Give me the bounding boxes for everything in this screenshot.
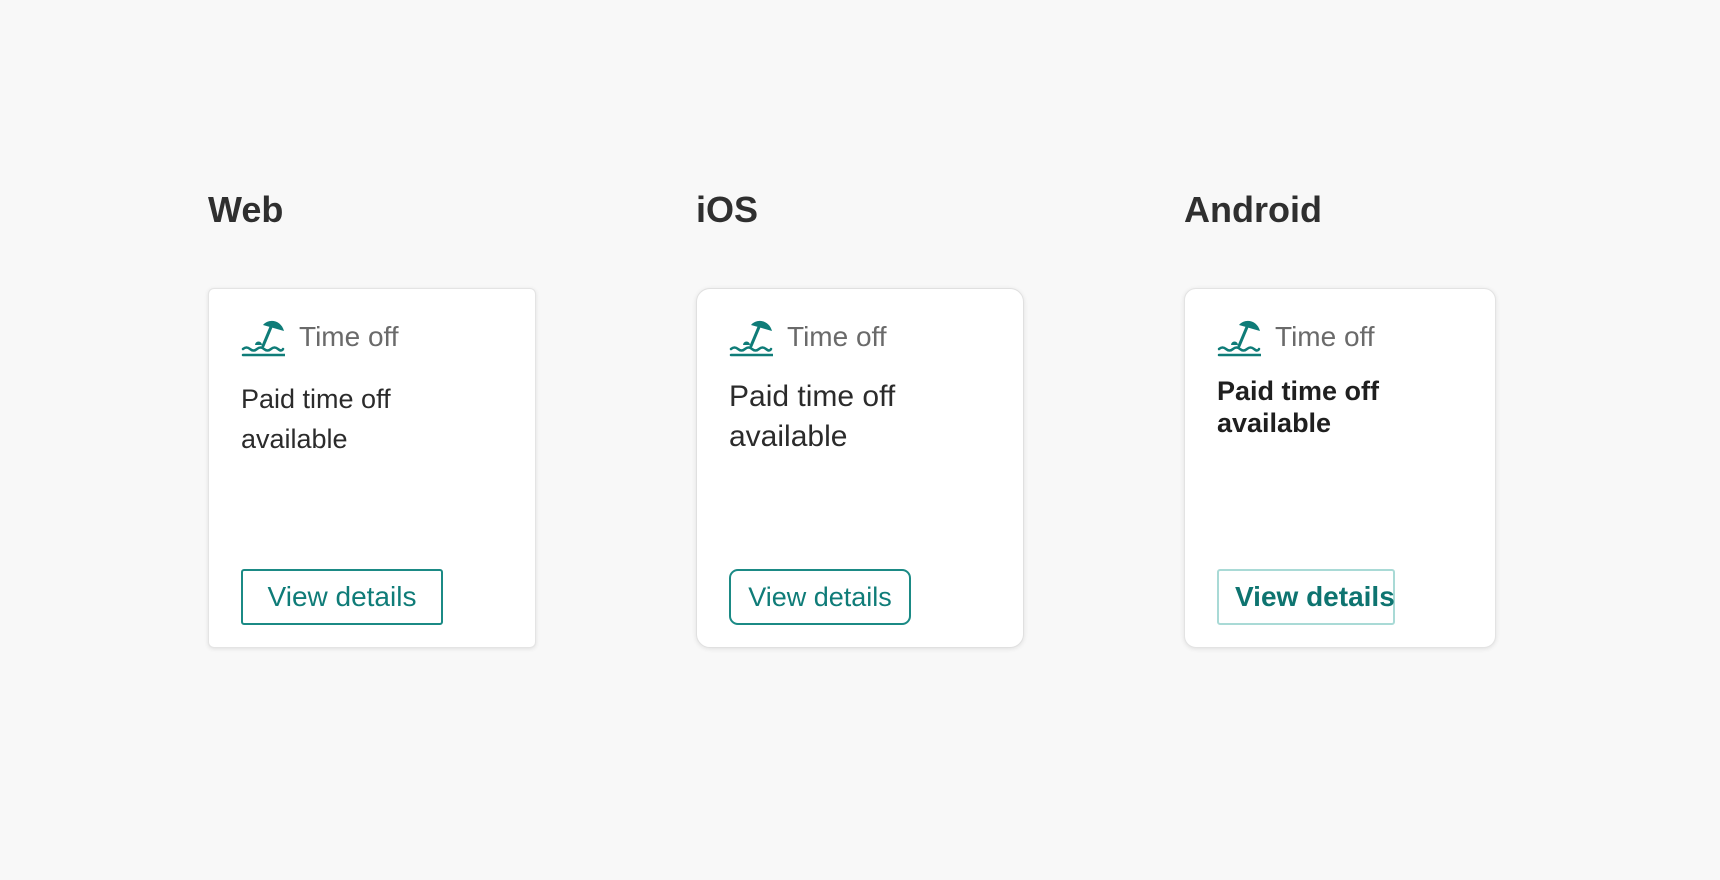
card-header: Time off xyxy=(241,315,399,359)
view-details-button[interactable]: View details xyxy=(729,569,911,625)
card-message: Paid time off available xyxy=(729,377,989,457)
view-details-button[interactable]: View details xyxy=(241,569,443,625)
card-message: Paid time off available xyxy=(241,379,501,459)
card-message-line-2: available xyxy=(729,420,848,453)
beach-umbrella-icon xyxy=(729,315,773,359)
beach-umbrella-icon xyxy=(241,315,285,359)
view-details-button[interactable]: View details xyxy=(1217,569,1395,625)
platform-title-ios: iOS xyxy=(696,189,759,230)
time-off-card-ios: Time off Paid time off available View de… xyxy=(696,288,1024,648)
card-message-line-1: Paid time off xyxy=(1217,376,1380,406)
platform-title-android: Android xyxy=(1184,189,1322,230)
time-off-card-web: Time off Paid time off available View de… xyxy=(208,288,536,648)
beach-umbrella-icon xyxy=(1217,315,1261,359)
card-category-label: Time off xyxy=(787,321,887,352)
card-message: Paid time off available xyxy=(1217,375,1477,439)
card-category-label: Time off xyxy=(299,321,399,352)
card-message-line-1: Paid time off xyxy=(729,380,896,413)
card-message-line-1: Paid time off xyxy=(241,384,391,414)
platform-title-web: Web xyxy=(208,189,284,230)
card-message-line-2: available xyxy=(1217,408,1332,438)
card-header: Time off xyxy=(1217,315,1375,359)
card-header: Time off xyxy=(729,315,887,359)
card-message-line-2: available xyxy=(241,424,348,454)
time-off-card-android: Time off Paid time off available View de… xyxy=(1184,288,1496,648)
card-category-label: Time off xyxy=(1275,321,1375,352)
